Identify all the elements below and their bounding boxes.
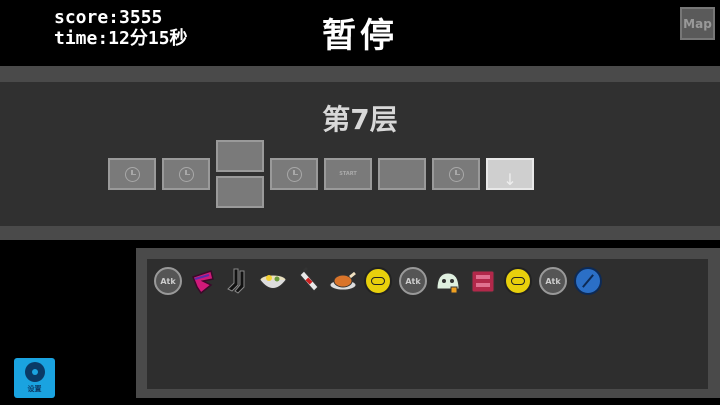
inventory-item[interactable]: [328, 266, 358, 296]
settings-button[interactable]: 设置: [14, 358, 55, 398]
start-label: START: [339, 171, 357, 177]
clock-icon: [124, 166, 140, 182]
noodle-bowl-icon: [259, 274, 287, 289]
gold-coin-icon: [364, 267, 392, 295]
clock-icon: [178, 166, 194, 182]
settings-label: 设置: [27, 385, 42, 393]
room-clock[interactable]: [270, 158, 318, 190]
clock-icon: [448, 166, 464, 182]
inventory-item[interactable]: Atk: [398, 266, 428, 296]
room-clock[interactable]: [162, 158, 210, 190]
map-button[interactable]: Map: [680, 7, 715, 40]
inventory-item[interactable]: Atk: [538, 266, 568, 296]
pink-wing-icon: [192, 270, 214, 295]
clock-icon: [286, 166, 302, 182]
blue-shield-icon: [574, 267, 602, 295]
room-current[interactable]: ↓: [486, 158, 534, 190]
inventory-item[interactable]: Atk: [153, 266, 183, 296]
inventory-item[interactable]: [503, 266, 533, 296]
inventory-item[interactable]: [258, 266, 288, 296]
inventory-item[interactable]: [223, 266, 253, 296]
score-text: score:3555: [54, 7, 163, 28]
roast-chicken-icon: [329, 271, 357, 291]
gear-icon: [24, 362, 45, 382]
black-socks-icon: [227, 268, 245, 294]
room-empty[interactable]: [216, 176, 264, 208]
hud: score:3555 time:12分15秒: [54, 7, 188, 49]
red-book-icon: [471, 270, 495, 293]
room-empty[interactable]: [216, 140, 264, 172]
attack-token-icon: Atk: [399, 267, 427, 295]
gold-coin-icon: [504, 267, 532, 295]
room-clock[interactable]: [432, 158, 480, 190]
time-text: time:12分15秒: [54, 28, 188, 49]
bottle-icon: [299, 267, 319, 292]
inventory-item[interactable]: [188, 266, 218, 296]
inventory-item[interactable]: [293, 266, 323, 296]
pause-title: 暂停: [322, 16, 398, 56]
floor-label: 第7层: [322, 103, 398, 136]
room-clock[interactable]: [108, 158, 156, 190]
ghost-creature-icon: [436, 272, 460, 294]
attack-token-icon: Atk: [154, 267, 182, 295]
down-arrow-icon: ↓: [503, 169, 517, 189]
room-empty[interactable]: [378, 158, 426, 190]
inventory-item[interactable]: [468, 266, 498, 296]
inventory-item[interactable]: [363, 266, 393, 296]
room-start[interactable]: START: [324, 158, 372, 190]
inventory-item[interactable]: [573, 266, 603, 296]
attack-token-icon: Atk: [539, 267, 567, 295]
inventory-item[interactable]: [433, 266, 463, 296]
